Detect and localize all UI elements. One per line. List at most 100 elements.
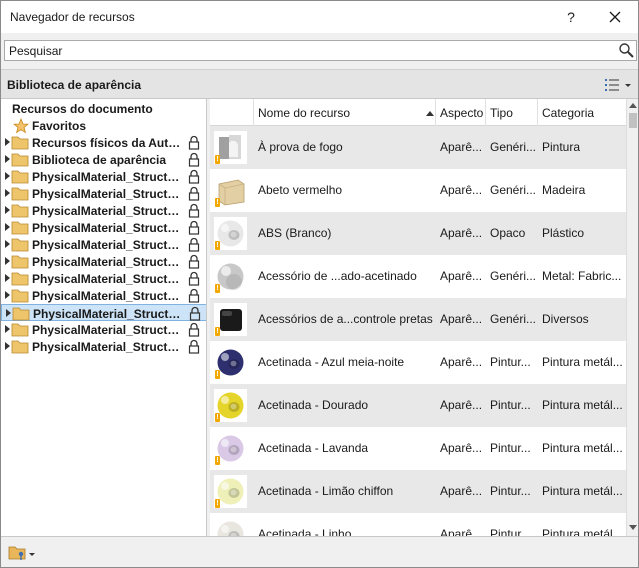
tree-item[interactable]: PhysicalMaterial_Structural [1, 253, 206, 270]
folder-icon [11, 153, 29, 167]
expand-arrow-icon[interactable] [5, 172, 10, 180]
column-header-aspect[interactable]: Aspecto [436, 99, 486, 126]
asset-type-cell: Opaco [490, 226, 526, 240]
tree-item[interactable]: Biblioteca de aparência [1, 151, 206, 168]
expand-arrow-icon[interactable] [5, 325, 10, 333]
tree-item[interactable]: PhysicalMaterial_Structural [1, 168, 206, 185]
asset-name-cell: Acessórios de a...controle pretas [258, 312, 433, 326]
asset-name-cell: Acessório de ...ado-acetinado [258, 269, 417, 283]
asset-browser-window: Navegador de recursos ? Biblioteca de ap… [0, 0, 639, 568]
expand-arrow-icon[interactable] [5, 206, 10, 214]
folder-icon [11, 289, 29, 303]
tree-item-label: PhysicalMaterial_Structural [32, 340, 185, 354]
lock-icon [188, 322, 200, 337]
folder-icon [11, 238, 29, 252]
warning-icon: ! [215, 241, 220, 250]
folder-icon [11, 204, 29, 218]
lock-icon [188, 237, 200, 252]
thumbnail-cell: ! [210, 470, 254, 513]
asset-type-cell: Pintur... [490, 398, 531, 412]
expand-arrow-icon[interactable] [5, 240, 10, 248]
help-button[interactable]: ? [559, 5, 583, 29]
scroll-up-icon[interactable] [629, 103, 637, 108]
tree-item[interactable]: PhysicalMaterial_Structural [1, 338, 206, 355]
expand-arrow-icon[interactable] [5, 291, 10, 299]
thumbnail-cell: ! [210, 341, 254, 384]
bottom-toolbar [1, 536, 638, 567]
close-button[interactable] [602, 5, 628, 29]
tree-item[interactable]: PhysicalMaterial_Structural [1, 287, 206, 304]
warning-icon: ! [215, 327, 220, 336]
search-box [4, 40, 637, 61]
column-header-thumbnail[interactable] [210, 99, 254, 126]
folder-icon [11, 272, 29, 286]
asset-type-cell: Pintur... [490, 441, 531, 455]
expand-arrow-icon[interactable] [6, 309, 11, 317]
expand-arrow-icon[interactable] [5, 138, 10, 146]
tree-item[interactable]: PhysicalMaterial_Structural [1, 270, 206, 287]
expand-arrow-icon[interactable] [5, 223, 10, 231]
expand-arrow-icon[interactable] [5, 342, 10, 350]
library-header: Biblioteca de aparência [1, 69, 638, 99]
table-row[interactable]: ! Acetinada - Dourado Aparê... Pintur... Pin… [210, 384, 626, 427]
vertical-scrollbar[interactable] [626, 99, 638, 536]
sort-ascending-icon [426, 111, 434, 116]
thumbnail-cell: ! [210, 212, 254, 255]
table-row[interactable]: ! Acetinada - Linho Aparê... Pintur... Pintu… [210, 513, 626, 536]
tree-item[interactable]: Recursos físicos da Autodesk [1, 134, 206, 151]
scroll-down-icon[interactable] [629, 525, 637, 530]
table-row[interactable]: ! À prova de fogo Aparê... Genéri... Pintura [210, 126, 626, 169]
lock-icon [188, 152, 200, 167]
asset-category-cell: Pintura metál... [542, 441, 623, 455]
asset-name-cell: Acetinada - Limão chiffon [258, 484, 394, 498]
search-icon[interactable] [618, 42, 635, 59]
expand-arrow-icon[interactable] [5, 155, 10, 163]
folder-icon [11, 255, 29, 269]
expand-arrow-icon[interactable] [5, 257, 10, 265]
table-row[interactable]: ! Acessórios de a...controle pretas Aparê.… [210, 298, 626, 341]
thumbnail-cell: ! [210, 255, 254, 298]
asset-aspect-cell: Aparê... [440, 226, 483, 240]
column-header-name[interactable]: Nome do recurso [254, 99, 436, 126]
table-row[interactable]: ! Acetinada - Lavanda Aparê... Pintur... Pin… [210, 427, 626, 470]
asset-category-cell: Diversos [542, 312, 589, 326]
material-swatch [214, 518, 247, 536]
tree-item-label: Favoritos [32, 119, 87, 133]
tree-item[interactable]: PhysicalMaterial_Structural [1, 236, 206, 253]
warning-icon: ! [215, 198, 220, 207]
asset-type-cell: Genéri... [490, 183, 537, 197]
tree-root-document-assets[interactable]: Recursos do documento [12, 102, 153, 116]
tree-item[interactable]: PhysicalMaterial_Structural [1, 202, 206, 219]
list-view-icon[interactable] [604, 77, 632, 93]
asset-aspect-cell: Aparê... [440, 441, 483, 455]
tree-item[interactable]: PhysicalMaterial_Structural [1, 185, 206, 202]
table-row[interactable]: ! Acetinada - Azul meia-noite Aparê... Pint… [210, 341, 626, 384]
folder-icon [11, 221, 29, 235]
thumbnail-cell: ! [210, 298, 254, 341]
table-row[interactable]: ! Acessório de ...ado-acetinado Aparê... Ge… [210, 255, 626, 298]
tree-item-label: PhysicalMaterial_Structural [32, 204, 185, 218]
column-header-category[interactable]: Categoria [538, 99, 626, 126]
tree-item[interactable]: PhysicalMaterial_Structural [1, 304, 206, 321]
tree-item-label: PhysicalMaterial_Structural [32, 272, 185, 286]
table-row[interactable]: ! Abeto vermelho Aparê... Genéri... Madeira [210, 169, 626, 212]
asset-type-cell: Genéri... [490, 269, 537, 283]
expand-arrow-icon[interactable] [5, 274, 10, 282]
table-row[interactable]: ! ABS (Branco) Aparê... Opaco Plástico [210, 212, 626, 255]
thumbnail-cell: ! [210, 427, 254, 470]
column-header-type[interactable]: Tipo [486, 99, 538, 126]
tree-item-label: PhysicalMaterial_Structural [32, 323, 185, 337]
title-bar: Navegador de recursos ? [1, 1, 638, 33]
scroll-thumb[interactable] [629, 113, 637, 128]
search-input[interactable] [5, 41, 613, 60]
library-title: Biblioteca de aparência [7, 78, 142, 92]
library-tree: Recursos do documento Favoritos Recursos… [1, 99, 207, 536]
star-icon [13, 118, 29, 134]
lock-icon [188, 186, 200, 201]
table-row[interactable]: ! Acetinada - Limão chiffon Aparê... Pintur… [210, 470, 626, 513]
asset-aspect-cell: Aparê... [440, 398, 483, 412]
tree-item[interactable]: PhysicalMaterial_Structural [1, 321, 206, 338]
folder-key-icon[interactable] [8, 544, 36, 561]
expand-arrow-icon[interactable] [5, 189, 10, 197]
tree-item[interactable]: PhysicalMaterial_Structural [1, 219, 206, 236]
